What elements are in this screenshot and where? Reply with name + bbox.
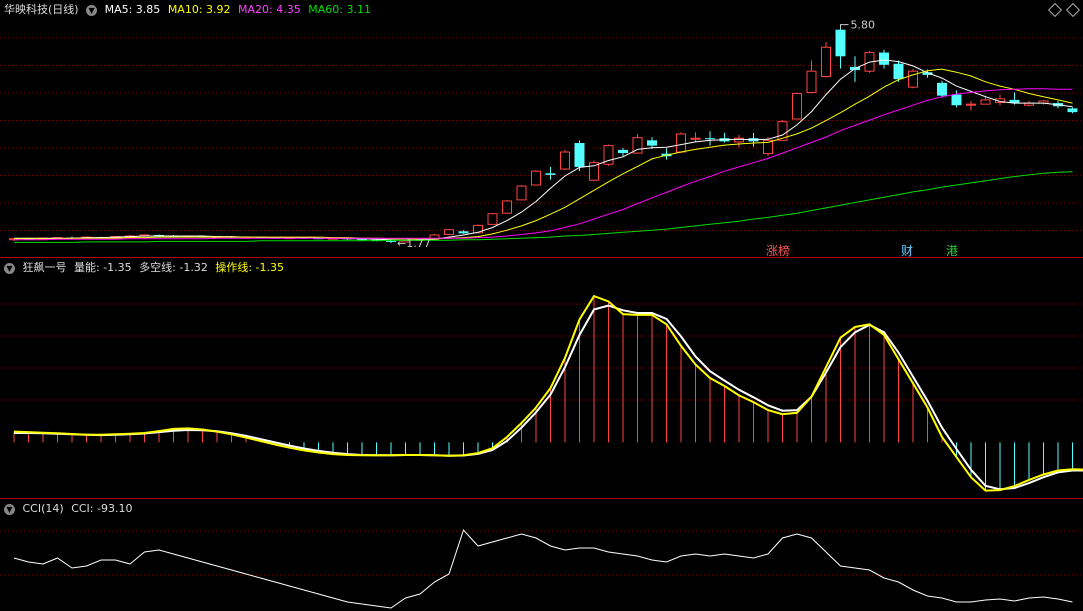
- candle: [705, 131, 715, 146]
- candle-body: [574, 142, 585, 167]
- candle: [603, 144, 614, 166]
- candle: [719, 132, 730, 143]
- ma60-label: MA60: 3.11: [308, 3, 371, 16]
- main-chart-header: 华映科技(日线) ▼ MA5: 3.85 MA10: 3.92 MA20: 4.…: [4, 2, 375, 18]
- candle-body: [545, 173, 556, 175]
- candle-body: [937, 82, 947, 96]
- high-price-label: 5.80: [851, 19, 876, 32]
- candle-body: [835, 29, 846, 57]
- candle-body: [560, 151, 570, 170]
- candle-body: [444, 229, 454, 235]
- candle: [937, 80, 947, 98]
- candle-body: [951, 94, 962, 106]
- candle: [444, 229, 454, 235]
- stock-chart[interactable]: 5.80 ←1.77 涨榜 财 港: [0, 0, 1083, 611]
- candle-body: [792, 93, 802, 120]
- candle: [908, 69, 918, 89]
- candle-body: [502, 200, 512, 214]
- candle: [531, 170, 541, 186]
- candle: [502, 199, 512, 214]
- candle-body: [705, 138, 715, 140]
- ma20-label: MA20: 4.35: [238, 3, 301, 16]
- candle: [966, 100, 976, 111]
- candle: [1067, 107, 1078, 114]
- candle-body: [980, 99, 991, 105]
- candle-body: [458, 231, 469, 234]
- collapse-icon[interactable]: ▼: [4, 503, 15, 515]
- candle: [792, 92, 802, 120]
- cci-value-label: CCI: -93.10: [71, 502, 133, 515]
- candle-body: [357, 239, 367, 241]
- candle-body: [531, 170, 541, 186]
- ma10-label: MA10: 3.92: [167, 3, 231, 16]
- candle: [560, 149, 570, 171]
- candle-body: [676, 133, 686, 153]
- stock-name: 华映科技(日线): [4, 3, 79, 16]
- candle: [690, 132, 701, 143]
- candle-body: [879, 52, 889, 65]
- candle-body: [821, 46, 831, 77]
- indicator1-header: ▼ 狂飙一号 量能: -1.35 多空线: -1.32 操作线: -1.35: [4, 260, 288, 276]
- gang-tag: 港: [946, 244, 958, 258]
- candle-body: [893, 63, 904, 80]
- candle: [734, 135, 744, 148]
- indicator2-header: ▼ CCI(14) CCI: -93.10: [4, 501, 136, 517]
- zhangbang-tag: 涨榜: [766, 243, 790, 258]
- collapse-icon[interactable]: ▼: [4, 262, 15, 274]
- candle: [676, 132, 686, 154]
- candle-body: [487, 213, 498, 225]
- candle: [821, 41, 831, 78]
- candle-body: [618, 149, 628, 154]
- ma10-line: [14, 68, 1073, 240]
- candle: [1024, 100, 1034, 107]
- candle: [516, 184, 527, 201]
- ma5-label: MA5: 3.85: [104, 3, 161, 16]
- duokong-line: [14, 304, 1083, 491]
- candle-body: [516, 185, 527, 201]
- candle: [647, 137, 657, 149]
- candle: [995, 94, 1005, 106]
- indicator1-name: 狂飙一号: [22, 261, 67, 274]
- candle-body: [386, 240, 396, 242]
- candle: [1038, 99, 1049, 105]
- candle-body: [647, 140, 657, 146]
- low-price-label: ←1.77: [397, 237, 431, 250]
- liang-label: 量能: -1.35: [74, 261, 132, 274]
- collapse-icon[interactable]: ▼: [86, 4, 98, 16]
- high-marker-line: [840, 24, 849, 29]
- candle-body: [690, 137, 701, 140]
- candle-body: [1067, 108, 1078, 113]
- candle: [835, 28, 846, 69]
- candle-body: [734, 137, 744, 143]
- candle: [661, 148, 672, 160]
- cci-line: [13, 529, 1073, 609]
- candle: [545, 166, 556, 180]
- caozuo-label: 操作线: -1.35: [215, 261, 285, 274]
- cai-tag: 财: [901, 244, 913, 258]
- candle: [763, 137, 773, 157]
- candle-body: [966, 103, 976, 106]
- candle: [487, 213, 498, 225]
- candle-body: [806, 70, 817, 93]
- cci-name: CCI(14): [22, 502, 64, 515]
- duokong-label: 多空线: -1.32: [139, 261, 208, 274]
- candle: [589, 160, 599, 182]
